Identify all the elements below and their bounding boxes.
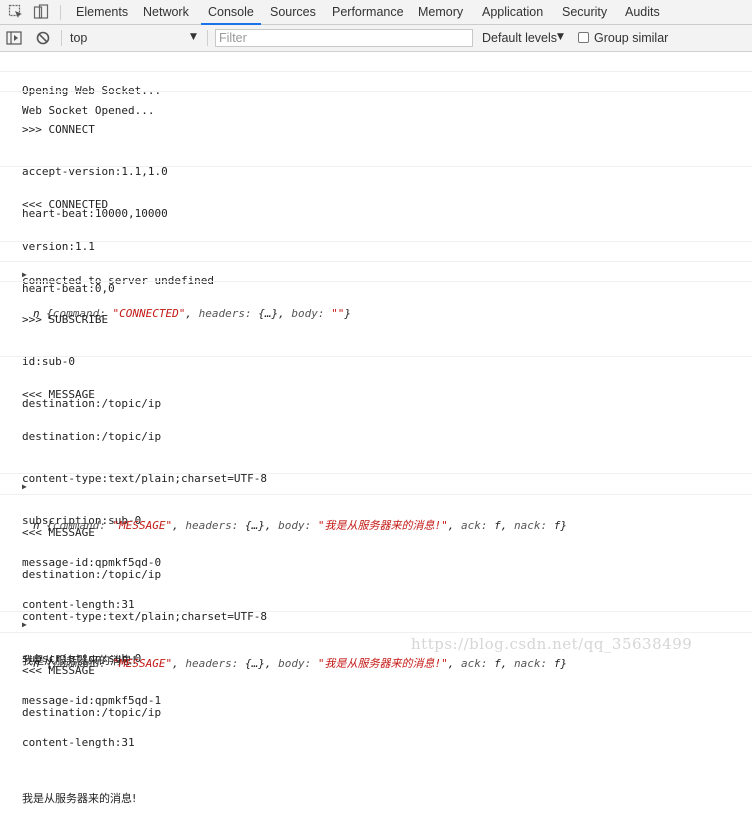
expand-triangle-icon[interactable]: ▶ xyxy=(22,480,27,494)
default-levels-dropdown[interactable]: Default levels xyxy=(482,31,557,45)
console-object-message[interactable]: ▶ n {command: "CONNECTED", headers: {…},… xyxy=(0,262,752,320)
console-toolbar: top ▼ Filter Default levels ▼ Group simi… xyxy=(0,25,752,52)
console-messages: Opening Web Socket... Web Socket Opened.… xyxy=(0,52,752,805)
inspect-element-icon[interactable] xyxy=(8,4,24,20)
log-line: <<< MESSAGE xyxy=(22,664,95,677)
tab-console[interactable]: Console xyxy=(201,0,261,25)
console-message: Opening Web Socket... xyxy=(0,52,752,97)
toolbar-separator xyxy=(61,30,62,46)
devtools-tabbar: Elements Network Console Sources Perform… xyxy=(0,0,752,25)
log-line: >>> SUBSCRIBE xyxy=(22,313,109,326)
tab-elements[interactable]: Elements xyxy=(69,0,135,24)
toggle-sidebar-icon[interactable] xyxy=(6,30,22,46)
console-message: <<< CONNECTED version:1.1 heart-beat:0,0 xyxy=(0,167,752,295)
console-message: connected to server undefined xyxy=(0,242,752,287)
group-similar-checkbox[interactable] xyxy=(578,32,589,43)
console-message: Web Socket Opened... xyxy=(0,72,752,117)
log-line: <<< CONNECTED xyxy=(22,198,109,211)
levels-dropdown-arrow-icon[interactable]: ▼ xyxy=(557,32,564,42)
console-object-message[interactable]: ▶ n {command: "MESSAGE", headers: {…}, b… xyxy=(0,612,752,670)
log-line: <<< MESSAGE xyxy=(22,526,95,539)
tab-network[interactable]: Network xyxy=(136,0,196,24)
console-message: <<< MESSAGE destination:/topic/ip conten… xyxy=(0,495,752,805)
log-line: content-length:31 xyxy=(22,736,135,749)
tabbar-separator xyxy=(60,5,61,20)
tab-audits[interactable]: Audits xyxy=(618,0,667,24)
filter-input[interactable]: Filter xyxy=(215,29,473,47)
expand-triangle-icon[interactable]: ▶ xyxy=(22,268,27,282)
tab-application[interactable]: Application xyxy=(475,0,550,24)
tab-memory[interactable]: Memory xyxy=(411,0,470,24)
toolbar-separator xyxy=(207,30,208,46)
log-line: destination:/topic/ip xyxy=(22,430,162,443)
tab-sources[interactable]: Sources xyxy=(263,0,323,24)
device-toolbar-icon[interactable] xyxy=(33,4,49,20)
log-line: >>> CONNECT xyxy=(22,123,95,136)
console-message: >>> SUBSCRIBE id:sub-0 destination:/topi… xyxy=(0,282,752,410)
tab-performance[interactable]: Performance xyxy=(325,0,411,24)
watermark: https://blog.csdn.net/qq_35638499 xyxy=(411,635,693,653)
log-line: destination:/topic/ip xyxy=(22,706,162,719)
log-line: <<< MESSAGE xyxy=(22,388,95,401)
console-message: >>> CONNECT accept-version:1.1,1.0 heart… xyxy=(0,92,752,220)
log-line: destination:/topic/ip xyxy=(22,568,162,581)
log-line: 我是从服务器来的消息! xyxy=(22,792,137,805)
clear-console-icon[interactable] xyxy=(35,30,51,46)
console-message: <<< MESSAGE destination:/topic/ip conten… xyxy=(0,357,752,667)
group-similar-label: Group similar xyxy=(594,31,669,45)
console-object-message[interactable]: ▶ n {command: "MESSAGE", headers: {…}, b… xyxy=(0,474,752,532)
context-selector[interactable]: top xyxy=(70,31,87,45)
expand-triangle-icon[interactable]: ▶ xyxy=(22,618,27,632)
context-dropdown-arrow-icon[interactable]: ▼ xyxy=(190,32,197,42)
tab-security[interactable]: Security xyxy=(555,0,614,24)
